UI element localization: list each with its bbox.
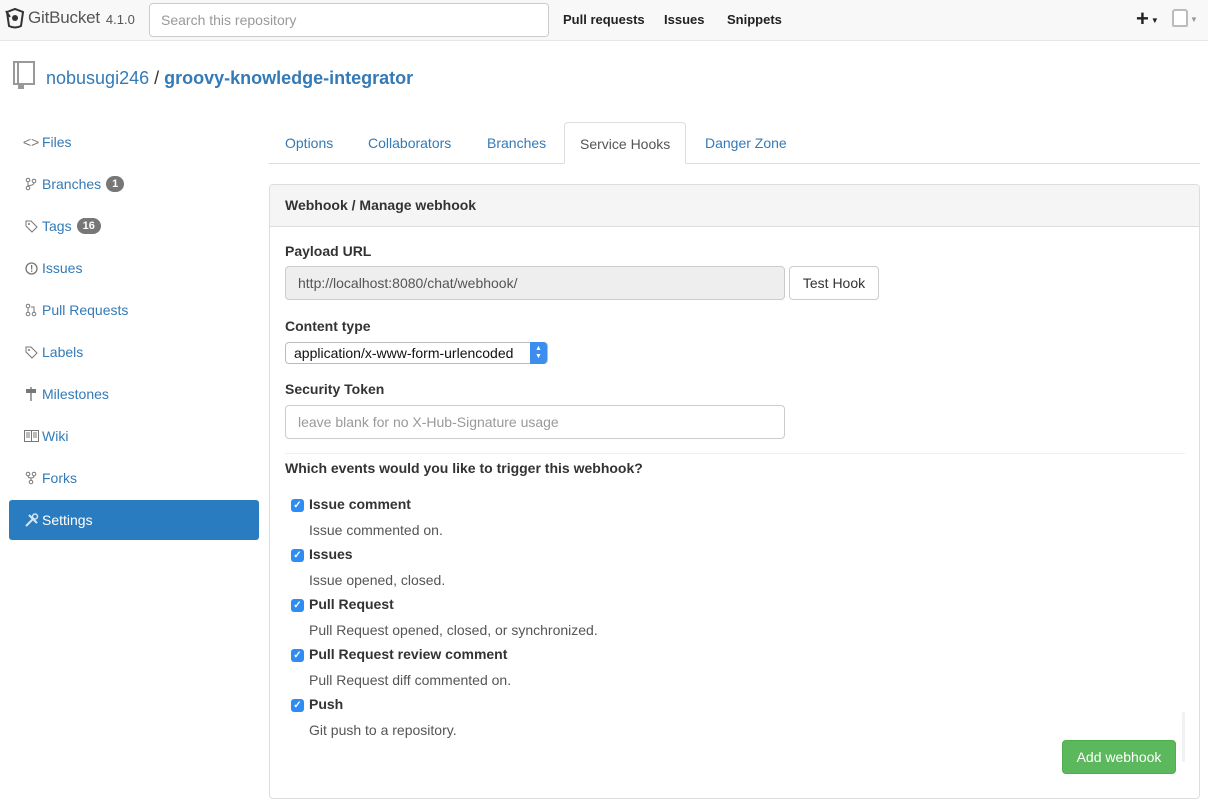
count-badge: 1 [106, 176, 125, 192]
create-new-menu[interactable]: + ▼ [1136, 6, 1159, 32]
sidebar-item-issues[interactable]: Issues [9, 247, 259, 289]
sidebar-item-label: Pull Requests [42, 302, 129, 318]
content-type-select[interactable]: application/x-www-form-urlencoded ▲ ▼ [285, 342, 548, 364]
sidebar-item-label: Labels [42, 344, 84, 360]
sidebar-item-label: Files [42, 134, 72, 150]
tab-collaborators[interactable]: Collaborators [368, 122, 451, 164]
tools-icon [23, 512, 39, 528]
settings-tabs: Options Collaborators Branches Service H… [269, 122, 1200, 164]
sidebar-item-label: Forks [42, 470, 77, 486]
event-description: Issue commented on. [309, 522, 443, 538]
security-token-label: Security Token [285, 381, 385, 397]
issue-comment-checkbox[interactable]: ✓ [291, 499, 304, 512]
tab-options[interactable]: Options [285, 122, 333, 164]
search-input[interactable] [149, 3, 549, 37]
event-description: Issue opened, closed. [309, 572, 446, 588]
fork-icon [23, 470, 39, 486]
milestone-icon [23, 386, 39, 402]
events-question: Which events would you like to trigger t… [285, 460, 643, 476]
tab-service-hooks[interactable]: Service Hooks [564, 122, 687, 164]
nav-issues[interactable]: Issues [664, 12, 704, 27]
payload-url-field[interactable]: http://localhost:8080/chat/webhook/ [285, 266, 785, 300]
sidebar-item-settings[interactable]: Settings [9, 500, 259, 540]
caret-down-icon: ▼ [1150, 15, 1159, 25]
event-name: Push [309, 696, 344, 712]
plus-icon: + [1136, 6, 1149, 31]
repo-name-link[interactable]: groovy-knowledge-integrator [164, 68, 413, 88]
webhook-panel: Webhook / Manage webhook Payload URL htt… [269, 184, 1200, 799]
sidebar-item-pull-requests[interactable]: Pull Requests [9, 289, 259, 331]
issues-checkbox[interactable]: ✓ [291, 549, 304, 562]
scrollbar[interactable] [1182, 712, 1185, 762]
sidebar-item-label: Settings [42, 512, 93, 528]
event-description: Git push to a repository. [309, 722, 457, 738]
brand-name: GitBucket [28, 8, 100, 27]
code-icon: <> [22, 134, 40, 150]
sidebar-item-forks[interactable]: Forks [9, 457, 259, 499]
event-description: Pull Request opened, closed, or synchron… [309, 622, 598, 638]
pull-request-icon [23, 302, 39, 318]
repo-title: nobusugi246 / groovy-knowledge-integrato… [46, 68, 413, 89]
sidebar-item-label: Tags [42, 218, 72, 234]
select-arrows-icon: ▲ ▼ [530, 342, 547, 364]
count-badge: 16 [76, 218, 101, 234]
user-menu[interactable]: ▼ [1172, 9, 1198, 27]
caret-down-icon: ▼ [1190, 14, 1198, 24]
add-webhook-button[interactable]: Add webhook [1062, 740, 1176, 774]
sidebar-item-label: Branches [42, 176, 102, 192]
sidebar-item-labels[interactable]: Labels [9, 331, 259, 373]
avatar [1172, 9, 1188, 27]
issue-icon [23, 260, 39, 276]
pull-request-review-comment-checkbox[interactable]: ✓ [291, 649, 304, 662]
panel-heading: Webhook / Manage webhook [270, 185, 1199, 227]
sidebar-item-milestones[interactable]: Milestones [9, 373, 259, 415]
event-description: Pull Request diff commented on. [309, 672, 512, 688]
top-navbar: GitBucket 4.1.0 Pull requests Issues Sni… [0, 0, 1208, 41]
branch-icon [23, 176, 39, 192]
pull-request-checkbox[interactable]: ✓ [291, 599, 304, 612]
brand-version: 4.1.0 [105, 11, 135, 27]
sidebar-item-label: Milestones [42, 386, 109, 402]
label-icon [23, 344, 39, 360]
event-name: Issue comment [309, 496, 411, 512]
payload-url-label: Payload URL [285, 243, 372, 259]
sidebar-item-branches[interactable]: Branches 1 [9, 163, 259, 205]
repo-separator: / [154, 68, 160, 88]
push-checkbox[interactable]: ✓ [291, 699, 304, 712]
brand[interactable]: GitBucket 4.1.0 [4, 7, 135, 29]
repo-owner-link[interactable]: nobusugi246 [46, 68, 149, 88]
content-type-value: application/x-www-form-urlencoded [294, 345, 514, 361]
event-name: Issues [309, 546, 353, 562]
sidebar-item-label: Issues [42, 260, 83, 276]
sidebar-item-files[interactable]: <> Files [9, 121, 259, 163]
tab-danger-zone[interactable]: Danger Zone [705, 122, 787, 164]
sidebar: <> Files Branches 1 Tags 16 Issues Pull … [9, 121, 259, 540]
gitbucket-logo-icon [5, 7, 25, 29]
sidebar-item-tags[interactable]: Tags 16 [9, 205, 259, 247]
sidebar-item-wiki[interactable]: Wiki [9, 415, 259, 457]
security-token-input[interactable] [285, 405, 785, 439]
test-hook-button[interactable]: Test Hook [789, 266, 879, 300]
nav-snippets[interactable]: Snippets [727, 12, 782, 27]
event-name: Pull Request review comment [309, 646, 508, 662]
repo-icon [13, 61, 35, 89]
content-type-label: Content type [285, 318, 371, 334]
wiki-icon [23, 428, 39, 444]
sidebar-item-label: Wiki [42, 428, 69, 444]
tag-icon [23, 218, 39, 234]
divider [285, 453, 1185, 454]
nav-pull-requests[interactable]: Pull requests [563, 12, 645, 27]
event-name: Pull Request [309, 596, 394, 612]
tab-branches[interactable]: Branches [487, 122, 546, 164]
